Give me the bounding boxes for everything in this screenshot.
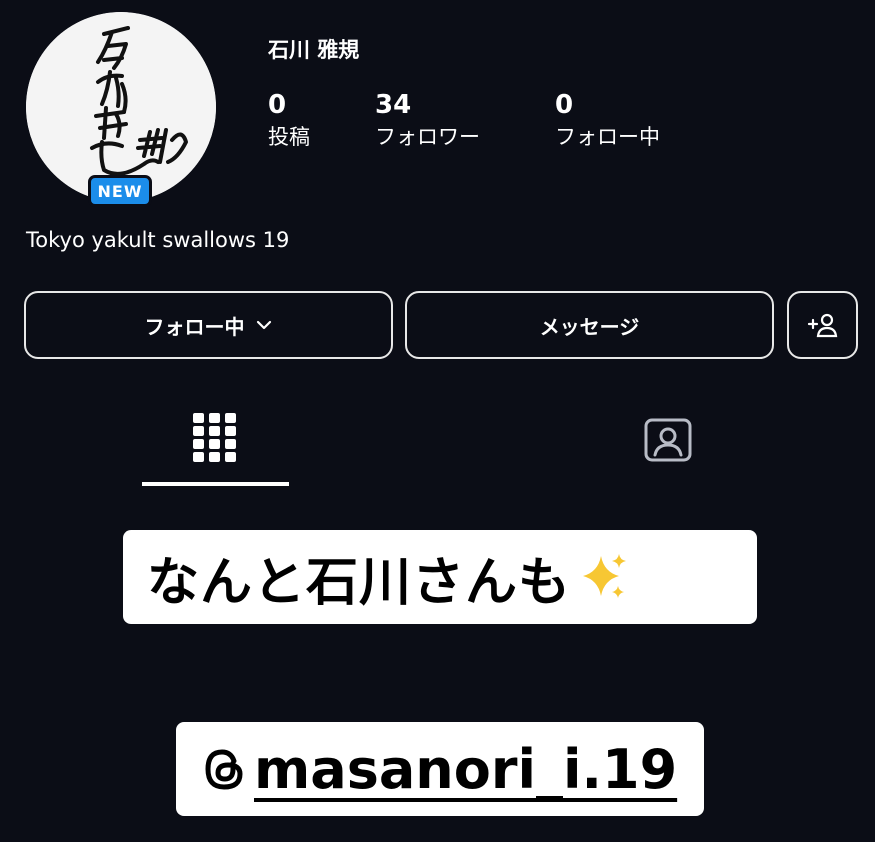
tab-posts-grid[interactable] bbox=[193, 413, 237, 463]
chevron-down-icon bbox=[256, 320, 271, 330]
following-label: フォロー中 bbox=[555, 125, 660, 149]
stat-following[interactable]: 0 フォロー中 bbox=[555, 88, 660, 152]
followers-count: 34 bbox=[375, 90, 412, 120]
tab-tagged[interactable] bbox=[643, 417, 693, 463]
mention-handle: masanori_i.19 bbox=[254, 737, 678, 801]
profile-screen: NEW 石川 雅規 0 投稿 34 フォロワー 0 フォロー中 Tokyo ya… bbox=[0, 0, 875, 842]
threads-icon bbox=[205, 749, 243, 790]
new-badge: NEW bbox=[88, 175, 152, 207]
stat-followers[interactable]: 34 フォロワー bbox=[375, 88, 480, 152]
sparkles-icon bbox=[583, 554, 627, 598]
stat-posts[interactable]: 0 投稿 bbox=[268, 88, 310, 152]
mention-sticker[interactable]: masanori_i.19 bbox=[176, 722, 704, 816]
signature-avatar bbox=[26, 12, 216, 202]
message-button-label: メッセージ bbox=[539, 314, 640, 339]
followers-label: フォロワー bbox=[375, 125, 480, 149]
profile-name: 石川 雅規 bbox=[268, 38, 360, 62]
avatar[interactable] bbox=[26, 12, 216, 202]
profile-bio: Tokyo yakult swallows 19 bbox=[26, 228, 290, 252]
posts-count: 0 bbox=[268, 90, 287, 120]
message-button[interactable]: メッセージ bbox=[405, 291, 774, 359]
add-person-icon bbox=[807, 313, 837, 338]
following-button-label: フォロー中 bbox=[144, 314, 245, 339]
suggested-users-button[interactable] bbox=[787, 291, 858, 359]
caption-text: なんと石川さんも bbox=[147, 552, 572, 613]
tagged-icon bbox=[644, 418, 692, 462]
active-tab-indicator bbox=[142, 482, 289, 486]
grid-icon bbox=[193, 413, 236, 462]
posts-label: 投稿 bbox=[268, 125, 310, 149]
caption-sticker: なんと石川さんも bbox=[123, 530, 757, 624]
following-button[interactable]: フォロー中 bbox=[24, 291, 393, 359]
following-count: 0 bbox=[555, 90, 574, 120]
